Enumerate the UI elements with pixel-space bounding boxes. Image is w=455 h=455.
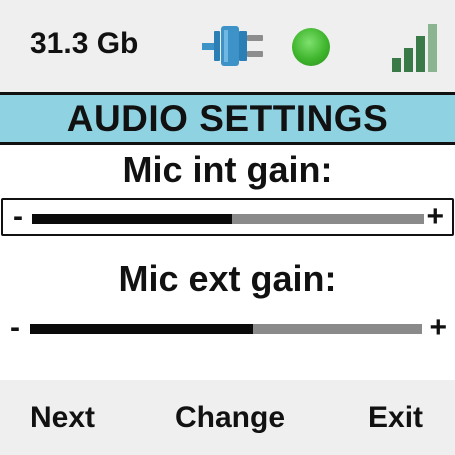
- decrease-sign: -: [13, 200, 23, 233]
- signal-bar-3: [416, 36, 425, 72]
- green-status-light-icon: [292, 28, 330, 66]
- mic-int-gain-level: [32, 214, 232, 224]
- decrease-sign: -: [10, 311, 20, 344]
- increase-sign: +: [429, 311, 447, 344]
- page-title: AUDIO SETTINGS: [66, 98, 389, 139]
- mic-int-gain-label: Mic int gain:: [122, 149, 333, 190]
- mic-int-gain-track: [32, 214, 424, 224]
- soft-key-bar: Next Change Exit: [0, 380, 455, 455]
- mic-ext-gain-label: Mic ext gain:: [118, 258, 337, 299]
- device-screen: 31.3 Gb AUDIO SETTINGS Mic int gain: - +…: [0, 0, 455, 455]
- header-bar: AUDIO SETTINGS: [0, 92, 455, 145]
- change-button[interactable]: Change: [175, 400, 285, 436]
- signal-bar-1: [392, 58, 401, 72]
- signal-bar-4: [428, 24, 437, 72]
- exit-button[interactable]: Exit: [368, 400, 423, 436]
- usb-plug-icon: [202, 26, 263, 66]
- increase-sign: +: [426, 200, 444, 233]
- next-button[interactable]: Next: [30, 400, 95, 436]
- signal-bar-2: [404, 48, 413, 72]
- mic-ext-gain-level: [30, 324, 254, 334]
- mic-ext-gain-slider[interactable]: - +: [0, 311, 455, 349]
- mic-int-gain-slider[interactable]: - +: [1, 198, 454, 236]
- status-bar: 31.3 Gb: [0, 0, 455, 92]
- signal-strength-icon: [392, 24, 437, 72]
- storage-indicator: 31.3 Gb: [30, 27, 139, 60]
- mic-ext-gain-track: [30, 324, 422, 334]
